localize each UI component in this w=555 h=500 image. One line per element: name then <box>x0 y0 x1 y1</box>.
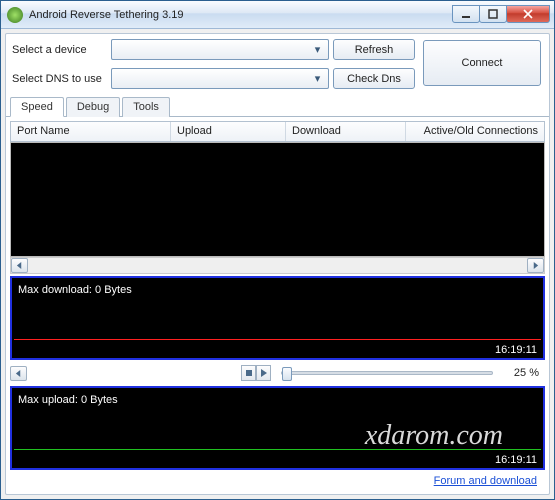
download-chart: Max download: 0 Bytes 16:19:11 <box>10 276 545 360</box>
device-label: Select a device <box>12 39 107 60</box>
forum-link[interactable]: Forum and download <box>434 475 537 487</box>
stop-button[interactable] <box>241 365 256 381</box>
app-window: Android Reverse Tethering 3.19 Select a … <box>0 0 555 500</box>
connection-list <box>10 142 545 257</box>
tab-debug[interactable]: Debug <box>66 97 120 117</box>
chevron-down-icon: ▾ <box>310 42 325 57</box>
col-download: Download <box>286 122 406 141</box>
list-scrollbar[interactable] <box>10 257 545 274</box>
tab-body-speed: Port Name Upload Download Active/Old Con… <box>6 117 549 494</box>
app-icon <box>7 7 23 23</box>
tab-speed[interactable]: Speed <box>10 97 64 117</box>
maximize-button[interactable] <box>479 5 507 23</box>
close-button[interactable] <box>506 5 550 23</box>
titlebar: Android Reverse Tethering 3.19 <box>1 1 554 29</box>
table-header: Port Name Upload Download Active/Old Con… <box>10 121 545 142</box>
speed-slider[interactable] <box>281 371 493 375</box>
chevron-down-icon: ▾ <box>310 71 325 86</box>
play-button[interactable] <box>256 365 271 381</box>
client-area: Select a device ▾ Refresh Select DNS to … <box>5 33 550 495</box>
scroll-right-icon[interactable] <box>527 258 544 273</box>
download-line <box>14 339 541 340</box>
window-title: Android Reverse Tethering 3.19 <box>29 9 453 21</box>
tab-tools[interactable]: Tools <box>122 97 170 117</box>
upload-chart-label: Max upload: 0 Bytes <box>18 394 118 406</box>
refresh-button[interactable]: Refresh <box>333 39 415 60</box>
connect-button[interactable]: Connect <box>423 40 541 86</box>
slider-thumb[interactable] <box>282 367 292 381</box>
upload-chart-time: 16:19:11 <box>495 454 537 466</box>
watermark-text: xdarom.com <box>365 420 503 452</box>
download-chart-label: Max download: 0 Bytes <box>18 284 132 296</box>
tab-bar: Speed Debug Tools <box>6 92 549 117</box>
checkdns-button[interactable]: Check Dns <box>333 68 415 89</box>
footer: Forum and download <box>10 472 545 490</box>
device-combo[interactable]: ▾ <box>111 39 329 60</box>
slider-percent: 25 % <box>499 367 539 379</box>
playback-row: 25 % <box>10 364 545 382</box>
minimize-button[interactable] <box>452 5 480 23</box>
upload-line <box>14 449 541 450</box>
col-connections: Active/Old Connections <box>406 122 544 141</box>
scroll-left-icon[interactable] <box>11 258 28 273</box>
upload-chart: Max upload: 0 Bytes xdarom.com 16:19:11 <box>10 386 545 470</box>
scroll-left-icon[interactable] <box>10 366 27 381</box>
download-chart-time: 16:19:11 <box>495 344 537 356</box>
dns-label: Select DNS to use <box>12 68 107 89</box>
col-port: Port Name <box>11 122 171 141</box>
dns-combo[interactable]: ▾ <box>111 68 329 89</box>
col-upload: Upload <box>171 122 286 141</box>
